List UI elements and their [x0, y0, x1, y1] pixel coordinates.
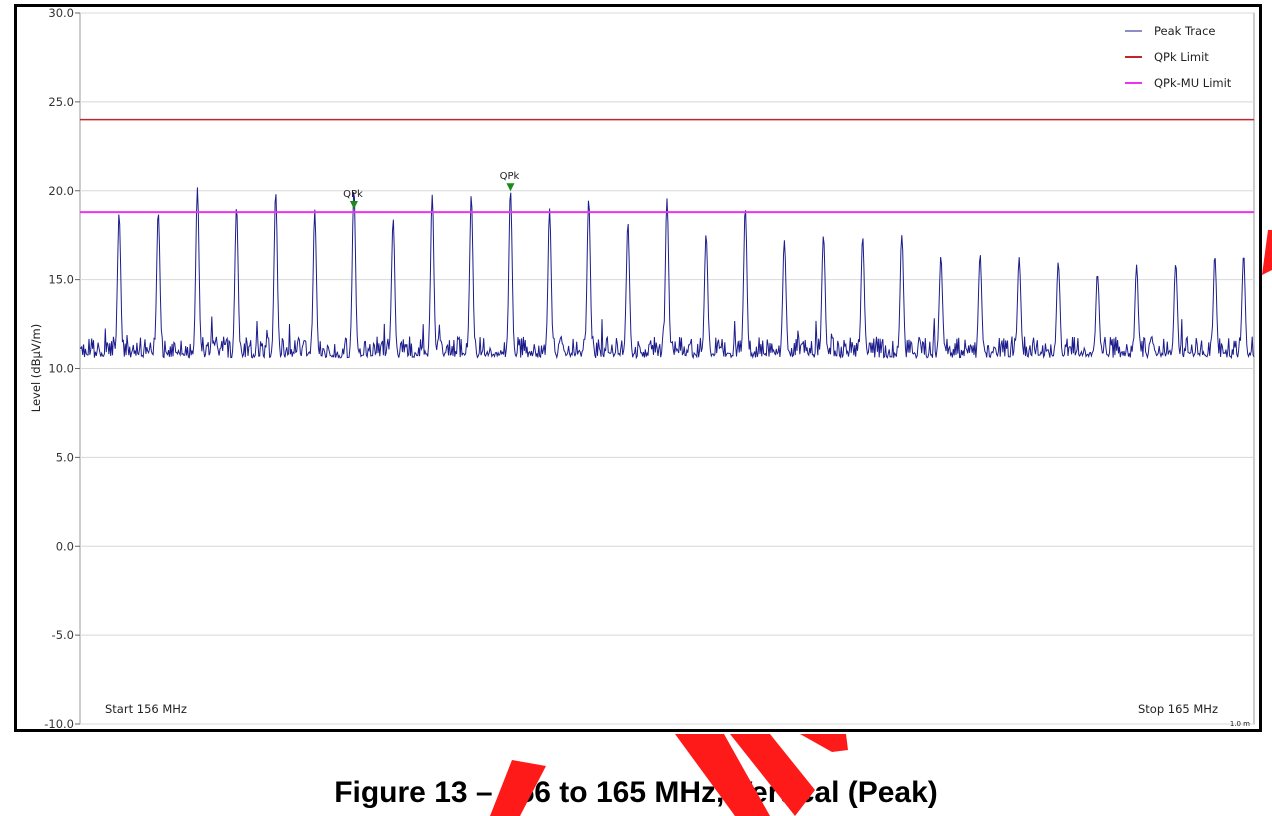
watermark-swoosh [490, 230, 1272, 816]
